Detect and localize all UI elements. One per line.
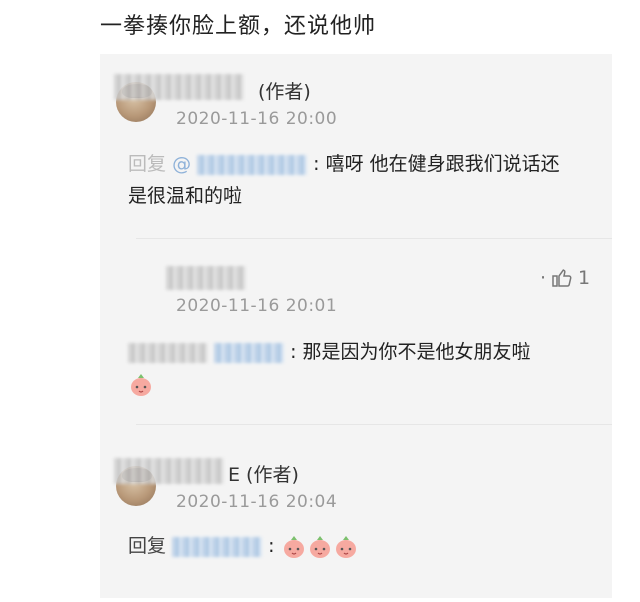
redacted-username (114, 74, 244, 100)
separator: : (290, 341, 297, 363)
peach-face-icon (335, 535, 356, 558)
separator: : (268, 535, 275, 557)
comment-text: 回复 : (128, 530, 598, 562)
divider (136, 424, 612, 425)
comment-text: 那是因为你不是他女朋友啦 (302, 341, 531, 363)
reply-prefix: 回复 (128, 153, 167, 175)
peach-face-icon (283, 535, 304, 558)
comment-text: : 那是因为你不是他女朋友啦 (128, 336, 598, 400)
like-dot: · (540, 267, 547, 289)
post-headline: 一拳揍你脸上额，还说他帅 (100, 14, 377, 39)
comment-time: 2020-11-16 20:01 (176, 296, 338, 316)
like-button[interactable]: · 1 (540, 266, 590, 290)
redacted-mention[interactable] (172, 536, 263, 557)
redacted-mention[interactable] (128, 342, 208, 363)
comment-time: 2020-11-16 20:00 (176, 109, 338, 129)
comment-panel: (作者) 2020-11-16 20:00 回复 @ : 嘻呀 他在健身跟我们说… (100, 54, 612, 598)
comment-text: 回复 @ : 嘻呀 他在健身跟我们说话还 是很温和的啦 (128, 148, 598, 212)
divider (136, 238, 612, 239)
reply-prefix: 回复 (128, 535, 167, 557)
comment-text-line2: 是很温和的啦 (128, 185, 243, 207)
author-tag: E (作者) (228, 464, 299, 486)
comment-time: 2020-11-16 20:04 (176, 492, 338, 512)
redacted-mention[interactable] (214, 342, 285, 363)
redacted-username (166, 266, 246, 290)
peach-face-icon (131, 373, 151, 396)
thumbs-up-icon[interactable] (550, 266, 574, 290)
redacted-username (114, 458, 224, 484)
author-tag: (作者) (258, 81, 311, 103)
peach-face-icon (309, 535, 330, 558)
redacted-mention[interactable] (197, 154, 308, 175)
like-count: 1 (578, 267, 591, 289)
comment-text-line1: 嘻呀 他在健身跟我们说话还 (325, 153, 560, 175)
mention-symbol[interactable]: @ (172, 153, 191, 175)
separator: : (313, 153, 320, 175)
